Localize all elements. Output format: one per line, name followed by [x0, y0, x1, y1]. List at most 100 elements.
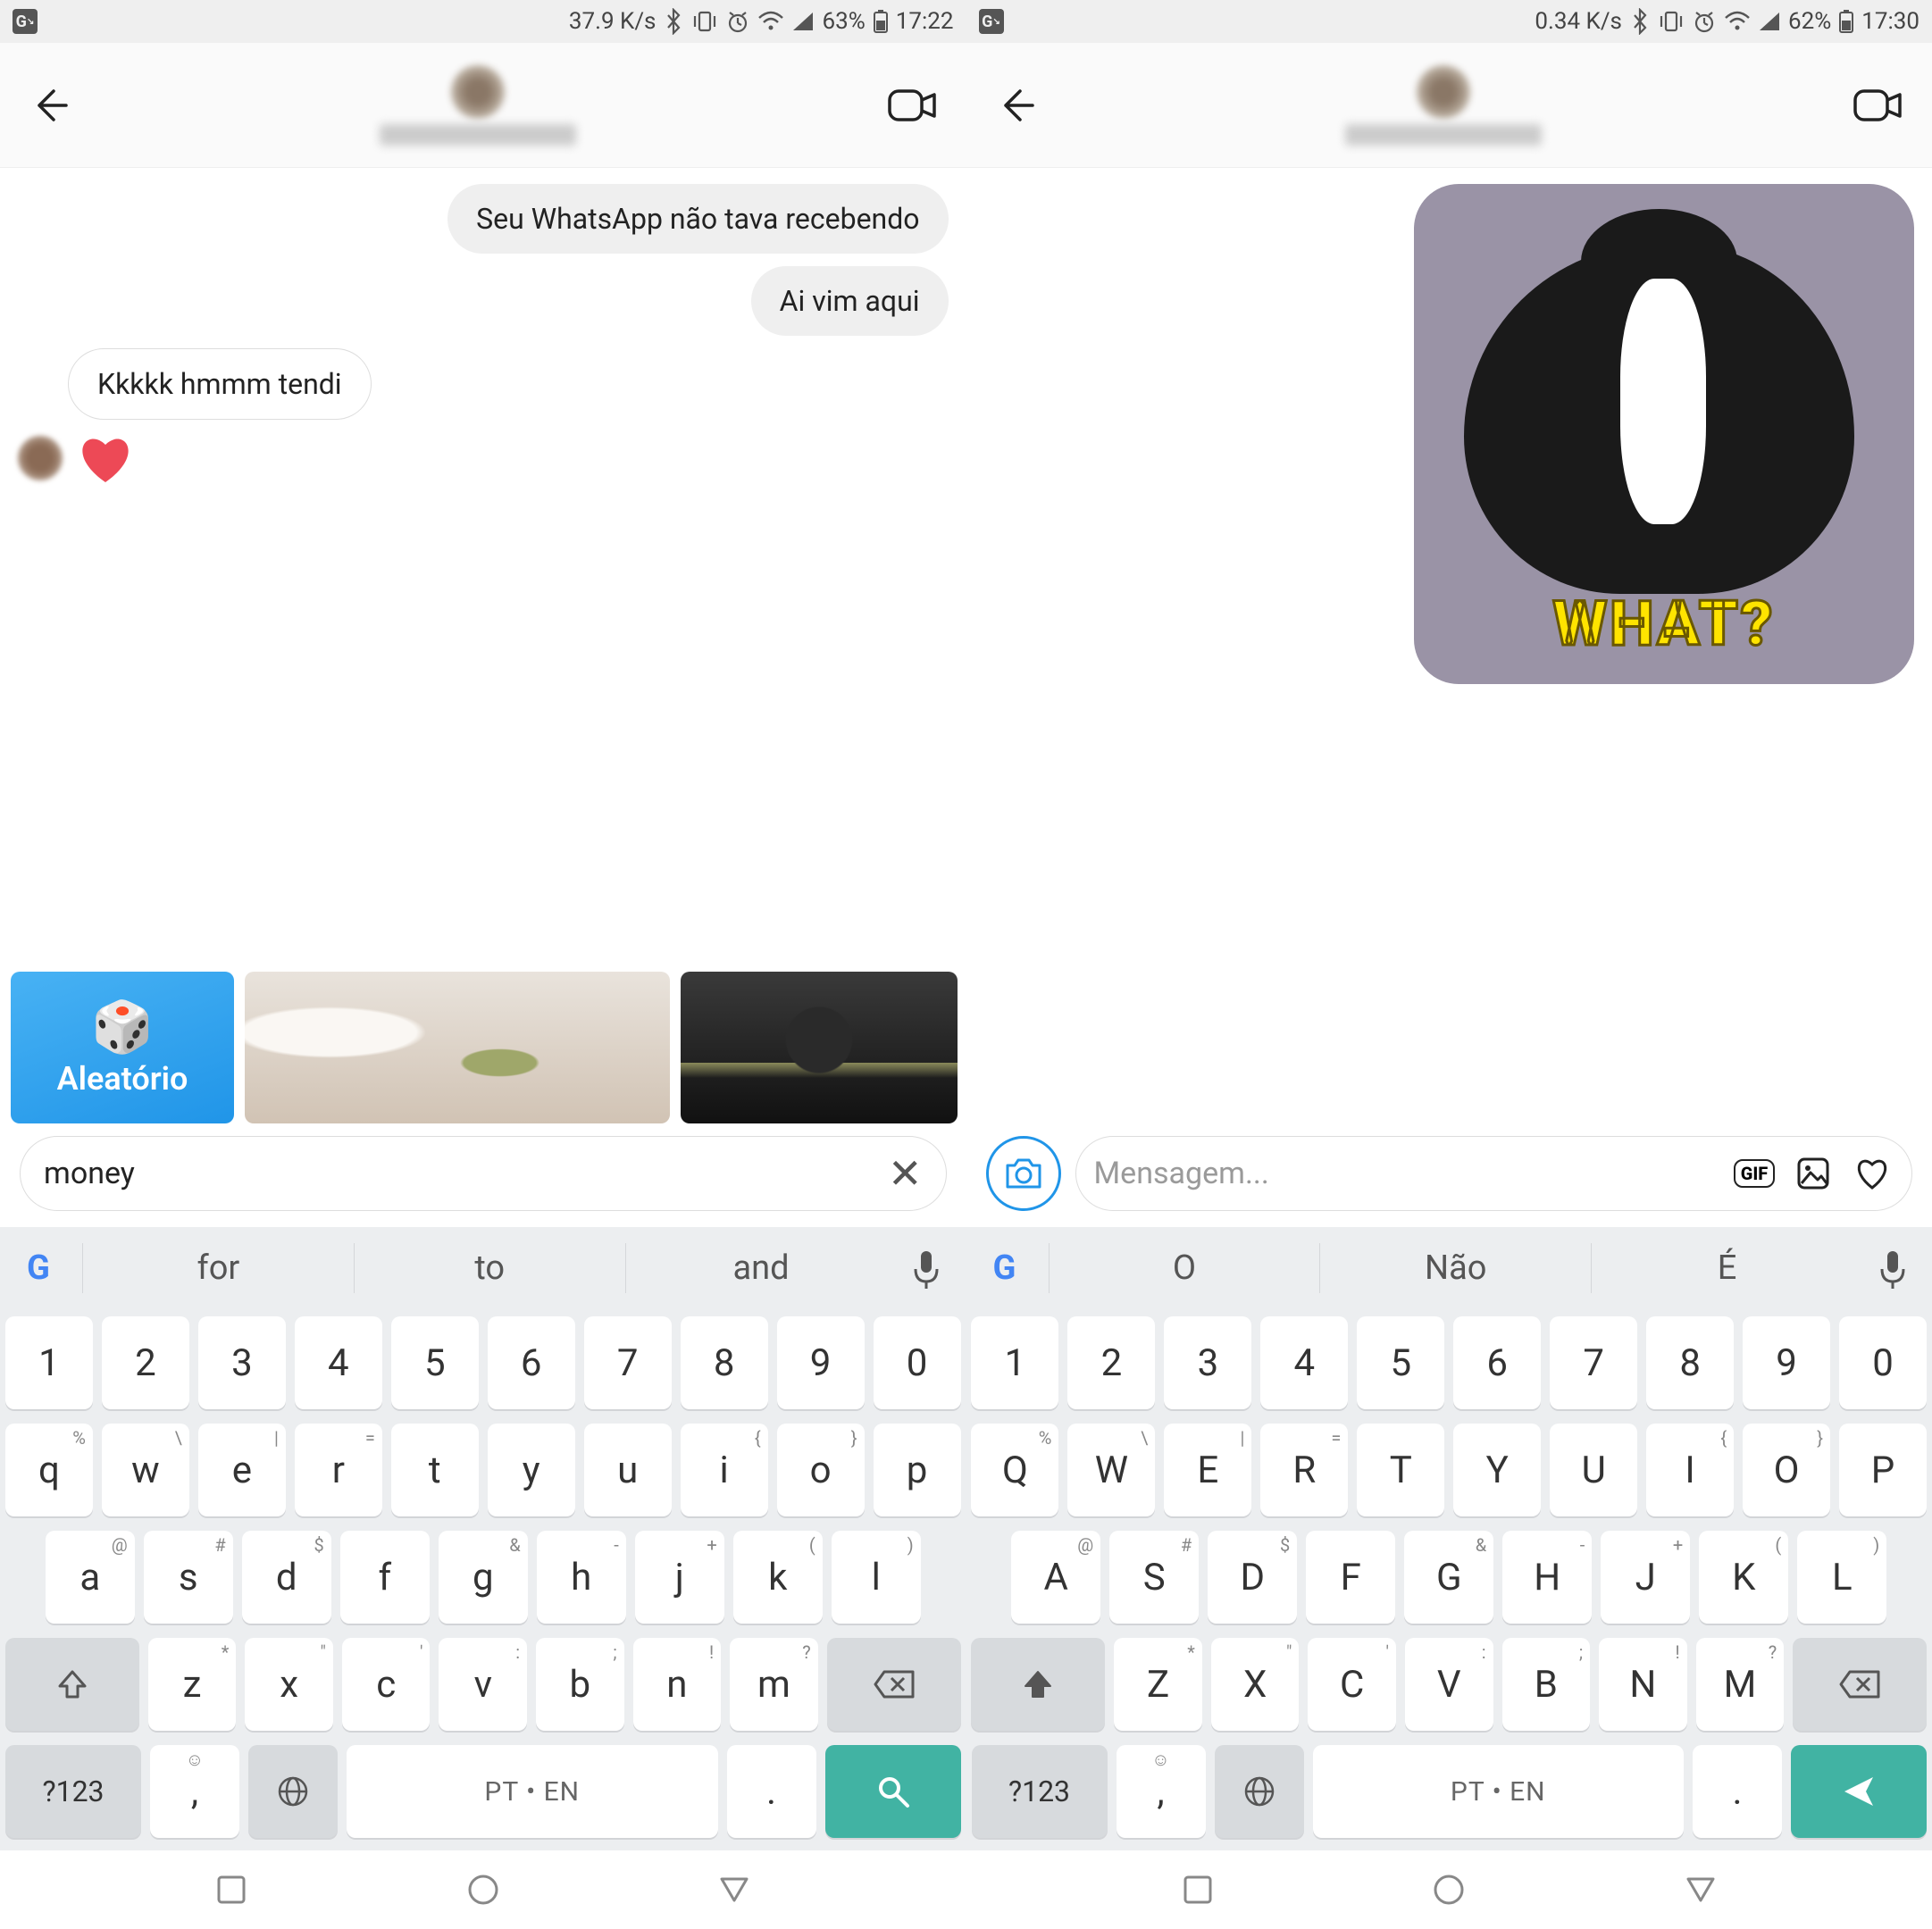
key[interactable]: z* — [148, 1638, 237, 1731]
key[interactable]: a@ — [46, 1531, 135, 1624]
period-key[interactable]: . — [1693, 1745, 1782, 1838]
key[interactable]: I{ — [1646, 1424, 1734, 1516]
recent-apps-button[interactable] — [1178, 1870, 1217, 1909]
key[interactable]: x" — [245, 1638, 333, 1731]
key[interactable]: e| — [198, 1424, 286, 1516]
back-nav-button[interactable] — [715, 1870, 754, 1909]
send-enter-key[interactable] — [1791, 1745, 1927, 1838]
gif-result-tile[interactable] — [681, 972, 958, 1123]
backspace-key[interactable] — [827, 1638, 961, 1731]
key[interactable]: 5 — [391, 1316, 479, 1409]
language-key[interactable] — [1215, 1745, 1304, 1838]
key[interactable]: 9 — [777, 1316, 865, 1409]
comma-key[interactable]: ,☺ — [150, 1745, 239, 1838]
key[interactable]: 9 — [1743, 1316, 1830, 1409]
key[interactable]: V: — [1405, 1638, 1493, 1731]
mic-icon[interactable] — [1875, 1246, 1919, 1290]
space-key[interactable]: PT • EN — [1313, 1745, 1685, 1838]
comma-key[interactable]: ,☺ — [1117, 1745, 1206, 1838]
camera-button[interactable] — [986, 1136, 1061, 1211]
video-call-button[interactable] — [886, 84, 940, 127]
language-key[interactable] — [248, 1745, 338, 1838]
back-button[interactable] — [993, 84, 1036, 127]
message-out[interactable]: Ai vim aqui — [18, 266, 949, 336]
key[interactable]: H- — [1502, 1531, 1592, 1624]
reaction-row[interactable] — [18, 432, 949, 484]
compose-field[interactable]: GIF — [1075, 1136, 1913, 1211]
key[interactable]: N! — [1599, 1638, 1687, 1731]
key[interactable]: v: — [439, 1638, 527, 1731]
key[interactable]: b; — [536, 1638, 624, 1731]
symbols-key[interactable]: ?123 — [5, 1745, 141, 1838]
key[interactable]: S# — [1109, 1531, 1199, 1624]
message-out[interactable]: Seu WhatsApp não tava recebendo — [18, 184, 949, 254]
shift-key[interactable] — [5, 1638, 139, 1731]
key[interactable]: o} — [777, 1424, 865, 1516]
key[interactable]: h- — [537, 1531, 626, 1624]
key[interactable]: B; — [1502, 1638, 1591, 1731]
key[interactable]: s# — [144, 1531, 233, 1624]
key[interactable]: P — [1839, 1424, 1927, 1516]
key[interactable]: 2 — [102, 1316, 189, 1409]
key[interactable]: g& — [439, 1531, 528, 1624]
chat-title[interactable] — [70, 65, 886, 146]
key[interactable]: p — [874, 1424, 961, 1516]
recent-apps-button[interactable] — [212, 1870, 251, 1909]
key[interactable]: 0 — [1839, 1316, 1927, 1409]
chat-title[interactable] — [1036, 65, 1853, 146]
key[interactable]: 4 — [295, 1316, 382, 1409]
key[interactable]: 3 — [1164, 1316, 1251, 1409]
back-nav-button[interactable] — [1681, 1870, 1720, 1909]
key[interactable]: 3 — [198, 1316, 286, 1409]
key[interactable]: 1 — [5, 1316, 93, 1409]
gallery-icon[interactable] — [1792, 1152, 1835, 1195]
search-enter-key[interactable] — [825, 1745, 961, 1838]
compose-input[interactable] — [1094, 1156, 1718, 1191]
key[interactable]: A@ — [1011, 1531, 1100, 1624]
symbols-key[interactable]: ?123 — [972, 1745, 1108, 1838]
key[interactable]: Z* — [1114, 1638, 1202, 1731]
key[interactable]: Q% — [971, 1424, 1058, 1516]
google-icon[interactable]: G — [979, 1242, 1031, 1294]
home-button[interactable] — [1429, 1870, 1468, 1909]
gif-search-field[interactable]: ✕ — [20, 1136, 947, 1211]
key[interactable]: 7 — [584, 1316, 672, 1409]
key[interactable]: L) — [1797, 1531, 1886, 1624]
key[interactable]: 8 — [681, 1316, 768, 1409]
mic-icon[interactable] — [908, 1246, 953, 1290]
key[interactable]: u — [584, 1424, 672, 1516]
key[interactable]: F — [1306, 1531, 1395, 1624]
key[interactable]: f — [340, 1531, 430, 1624]
key[interactable]: K( — [1699, 1531, 1788, 1624]
suggestion[interactable]: for — [82, 1243, 354, 1292]
heart-icon[interactable] — [1851, 1152, 1894, 1195]
key[interactable]: q% — [5, 1424, 93, 1516]
suggestion[interactable]: O — [1049, 1243, 1320, 1292]
key[interactable]: 6 — [1453, 1316, 1541, 1409]
messages-area[interactable]: Seu WhatsApp não tava recebendo Ai vim a… — [0, 168, 966, 972]
suggestion[interactable]: and — [625, 1243, 897, 1292]
video-call-button[interactable] — [1852, 84, 1905, 127]
key[interactable]: m? — [730, 1638, 818, 1731]
key[interactable]: G& — [1404, 1531, 1493, 1624]
period-key[interactable]: . — [727, 1745, 816, 1838]
key[interactable]: C' — [1308, 1638, 1396, 1731]
key[interactable]: 7 — [1550, 1316, 1637, 1409]
key[interactable]: E| — [1164, 1424, 1251, 1516]
gif-result-tile[interactable] — [245, 972, 670, 1123]
key[interactable]: 6 — [488, 1316, 575, 1409]
key[interactable]: M? — [1696, 1638, 1785, 1731]
space-key[interactable]: PT • EN — [347, 1745, 718, 1838]
key[interactable]: t — [391, 1424, 479, 1516]
key[interactable]: D$ — [1208, 1531, 1297, 1624]
key[interactable]: U — [1550, 1424, 1637, 1516]
key[interactable]: 8 — [1646, 1316, 1734, 1409]
key[interactable]: Y — [1453, 1424, 1541, 1516]
key[interactable]: j+ — [635, 1531, 724, 1624]
gif-random-tile[interactable]: 🎲 Aleatório — [11, 972, 234, 1123]
key[interactable]: 5 — [1357, 1316, 1444, 1409]
key[interactable]: i{ — [681, 1424, 768, 1516]
key[interactable]: 1 — [971, 1316, 1058, 1409]
back-button[interactable] — [27, 84, 70, 127]
key[interactable]: 2 — [1067, 1316, 1155, 1409]
